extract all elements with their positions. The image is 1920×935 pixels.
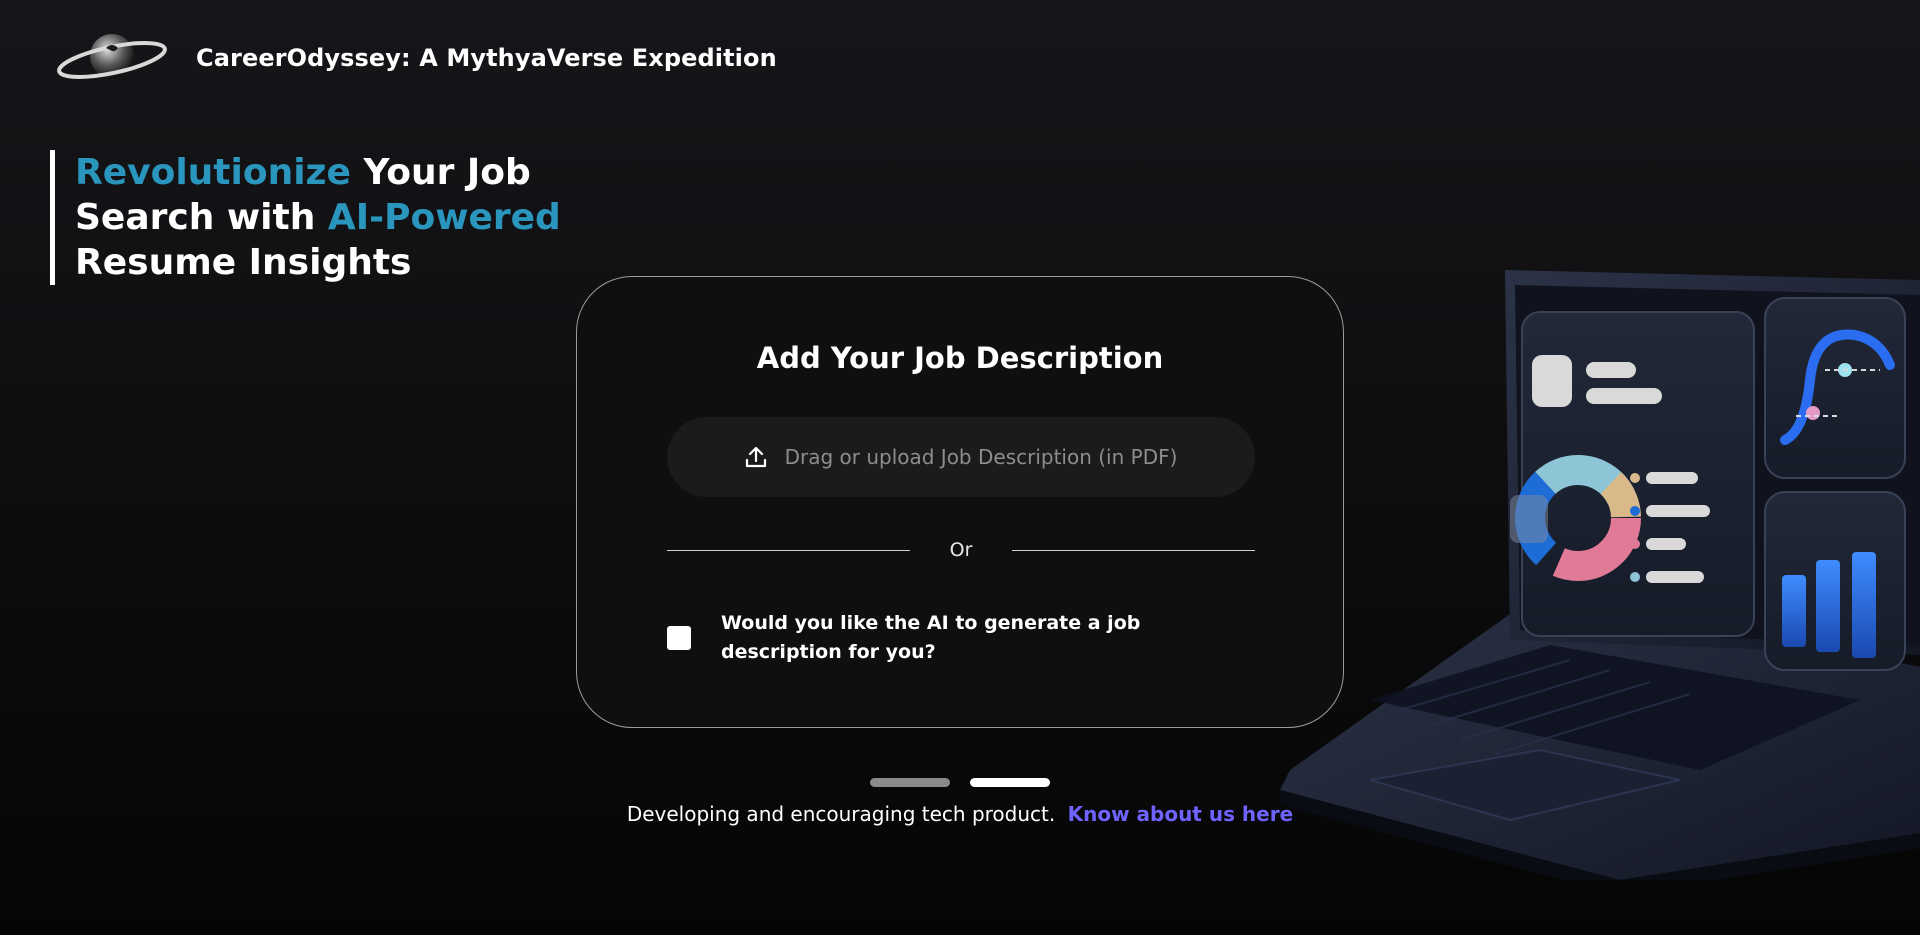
or-text: Or <box>949 539 973 561</box>
page: CareerOdyssey: A MythyaVerse Expedition … <box>0 0 1920 935</box>
hero-headline: Revolutionize Your Job Search with AI-Po… <box>50 150 590 285</box>
or-divider: Or <box>667 539 1255 561</box>
hero-word-revolutionize: Revolutionize <box>75 152 351 193</box>
planet-logo-icon[interactable] <box>56 28 168 88</box>
laptop-dashboard-illustration <box>1240 270 1920 895</box>
generate-jd-label[interactable]: Would you like the AI to generate a job … <box>721 609 1255 667</box>
upload-placeholder: Drag or upload Job Description (in PDF) <box>784 445 1178 469</box>
upload-icon <box>745 446 766 468</box>
hero-word-search-with: Search with <box>75 197 328 238</box>
divider-line-left <box>667 549 910 551</box>
upload-dropzone[interactable]: Drag or upload Job Description (in PDF) <box>667 417 1255 497</box>
divider-line-right <box>1012 549 1255 551</box>
generate-jd-option[interactable]: Would you like the AI to generate a job … <box>667 609 1255 667</box>
pager-dot-2[interactable] <box>970 778 1050 787</box>
job-description-card: Add Your Job Description Drag or upload … <box>576 276 1344 728</box>
hero-word-ai-powered: AI-Powered <box>327 197 561 238</box>
carousel-pager <box>870 778 1070 787</box>
app-title: CareerOdyssey: A MythyaVerse Expedition <box>196 44 777 72</box>
pager-dot-1[interactable] <box>870 778 950 787</box>
header: CareerOdyssey: A MythyaVerse Expedition <box>56 28 777 88</box>
footer-text: Developing and encouraging tech product. <box>626 802 1056 826</box>
hero-word-resume-insights: Resume Insights <box>75 242 412 283</box>
card-title: Add Your Job Description <box>756 341 1164 375</box>
generate-jd-checkbox[interactable] <box>667 626 691 650</box>
hero-word-your-job: Your Job <box>350 152 531 193</box>
